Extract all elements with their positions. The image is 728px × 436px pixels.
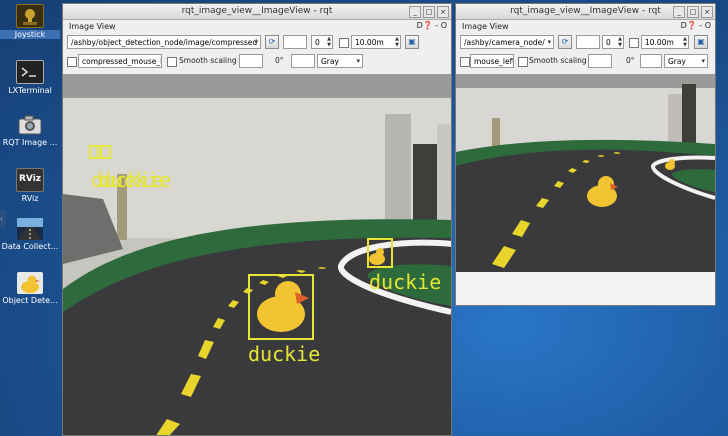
dock-header: Image View D❓ - O bbox=[63, 20, 451, 33]
window-object-detection: rqt_image_view__ImageView - rqt _ □ × Im… bbox=[62, 3, 452, 436]
rotation-field[interactable] bbox=[291, 54, 315, 68]
toolbar-row-1: /ashby/object_detection_node/image/compr… bbox=[63, 33, 451, 52]
blank-field-2[interactable] bbox=[588, 54, 612, 68]
smooth-scaling-checkbox[interactable] bbox=[167, 57, 177, 67]
rviz-icon: RViz bbox=[16, 168, 44, 192]
image-view-camera[interactable] bbox=[456, 74, 715, 272]
titlebar[interactable]: rqt_image_view__ImageView - rqt _ □ × bbox=[456, 4, 715, 20]
close-icon[interactable]: × bbox=[701, 6, 713, 18]
duck-icon bbox=[17, 272, 43, 294]
minimize-icon[interactable]: _ bbox=[673, 6, 685, 18]
image-view-detection[interactable]: duckie duckie duckie duckie bbox=[63, 74, 451, 435]
terminal-icon bbox=[16, 60, 44, 84]
close-icon[interactable]: × bbox=[437, 6, 449, 18]
desktop-icon-label: Joystick bbox=[0, 30, 60, 39]
toolbar-row-2: compressed_mouse_left Smooth scaling 0° … bbox=[63, 52, 451, 71]
smooth-scaling-checkbox[interactable] bbox=[518, 57, 528, 67]
mouse-checkbox[interactable] bbox=[460, 57, 470, 67]
titlebar[interactable]: rqt_image_view__ImageView - rqt _ □ × bbox=[63, 4, 451, 20]
toolbar-row-1: /ashby/camera_node/▾ ⟳ 0 ▲ ▼ 10.00m ▲ ▼ ▣ bbox=[456, 33, 715, 52]
minimize-icon[interactable]: _ bbox=[409, 6, 421, 18]
desktop-icon-joystick[interactable]: Joystick bbox=[0, 4, 60, 39]
detection-box-duckie-main bbox=[248, 274, 314, 340]
detection-label-far-2: duckie bbox=[99, 168, 172, 192]
refresh-icon[interactable]: ⟳ bbox=[558, 35, 572, 49]
image-view-empty-area bbox=[456, 272, 715, 305]
detection-label-main: duckie bbox=[248, 342, 321, 366]
topic-select[interactable]: /ashby/object_detection_node/image/compr… bbox=[67, 35, 261, 49]
desktop-icon-label: RQT Image ... bbox=[2, 138, 58, 147]
chevron-down-icon: ▾ bbox=[701, 57, 705, 65]
smooth-scaling-label: Smooth scaling bbox=[179, 56, 237, 65]
desktop-icon-label: Object Dete... bbox=[2, 296, 58, 305]
desktop-icon-rqt-image[interactable]: RQT Image ... bbox=[0, 114, 60, 147]
smooth-scaling-label: Smooth scaling bbox=[529, 56, 587, 65]
chevron-down-icon: ▾ bbox=[254, 38, 258, 46]
maximize-icon[interactable]: □ bbox=[687, 6, 699, 18]
panel-handle[interactable]: ‹ bbox=[0, 210, 6, 228]
detection-label-right: duckie bbox=[369, 270, 442, 294]
topic-select[interactable]: /ashby/camera_node/▾ bbox=[460, 35, 554, 49]
desktop: Joystick LXTerminal RQT Image ... RViz R… bbox=[0, 0, 728, 436]
distance-spinbox[interactable]: 10.00m ▲ ▼ bbox=[641, 35, 689, 49]
distance-spinbox[interactable]: 10.00m ▲ ▼ bbox=[351, 35, 401, 49]
camera-icon bbox=[17, 114, 43, 136]
road-icon bbox=[17, 218, 43, 240]
refresh-icon[interactable]: ⟳ bbox=[265, 35, 279, 49]
color-mode-select[interactable]: Gray ▾ bbox=[664, 54, 708, 68]
value-spinbox[interactable]: 0 ▲ ▼ bbox=[311, 35, 333, 49]
distance-checkbox[interactable] bbox=[629, 38, 639, 48]
camera-image-raw bbox=[456, 74, 715, 272]
detection-box-duckie-far-1 bbox=[89, 145, 99, 159]
detection-box-duckie-right bbox=[367, 238, 393, 268]
mouse-topic-field[interactable]: mouse_left bbox=[470, 54, 514, 68]
maximize-icon[interactable]: □ bbox=[423, 6, 435, 18]
distance-checkbox[interactable] bbox=[339, 38, 349, 48]
desktop-icon-label: LXTerminal bbox=[8, 86, 52, 95]
desktop-icon-rviz[interactable]: RViz RViz bbox=[0, 168, 60, 203]
blank-field[interactable] bbox=[576, 35, 600, 49]
dock-title: Image View bbox=[462, 22, 509, 31]
chevron-down-icon: ▾ bbox=[547, 38, 551, 46]
desktop-icon-data-collect[interactable]: Data Collect... bbox=[0, 218, 60, 251]
joystick-icon bbox=[16, 4, 44, 28]
rotation-label: 0° bbox=[626, 56, 635, 65]
detection-box-duckie-far-2 bbox=[100, 145, 111, 159]
dock-header: Image View D❓ - O bbox=[456, 20, 715, 33]
window-title: rqt_image_view__ImageView - rqt bbox=[181, 6, 333, 16]
blank-field-2[interactable] bbox=[239, 54, 263, 68]
desktop-icon-label: Data Collect... bbox=[1, 242, 59, 251]
toolbar-row-2: mouse_left Smooth scaling 0° Gray ▾ bbox=[456, 52, 715, 71]
dock-title: Image View bbox=[69, 22, 116, 31]
chevron-down-icon: ▾ bbox=[356, 57, 360, 65]
mouse-topic-field[interactable]: compressed_mouse_left bbox=[78, 54, 162, 68]
color-mode-select[interactable]: Gray ▾ bbox=[317, 54, 363, 68]
desktop-icon-object-detect[interactable]: Object Dete... bbox=[0, 272, 60, 305]
dock-controls[interactable]: D❓ - O bbox=[417, 21, 447, 30]
window-camera: rqt_image_view__ImageView - rqt _ □ × Im… bbox=[455, 3, 716, 306]
value-spinbox[interactable]: 0 ▲ ▼ bbox=[602, 35, 624, 49]
desktop-icon-label: RViz bbox=[21, 194, 39, 203]
mouse-checkbox[interactable] bbox=[67, 57, 77, 67]
save-icon[interactable]: ▣ bbox=[405, 35, 419, 49]
blank-field[interactable] bbox=[283, 35, 307, 49]
rotation-field[interactable] bbox=[640, 54, 662, 68]
rotation-label: 0° bbox=[275, 56, 284, 65]
dock-controls[interactable]: D❓ - O bbox=[681, 21, 711, 30]
save-icon[interactable]: ▣ bbox=[694, 35, 708, 49]
desktop-icon-terminal[interactable]: LXTerminal bbox=[0, 60, 60, 95]
